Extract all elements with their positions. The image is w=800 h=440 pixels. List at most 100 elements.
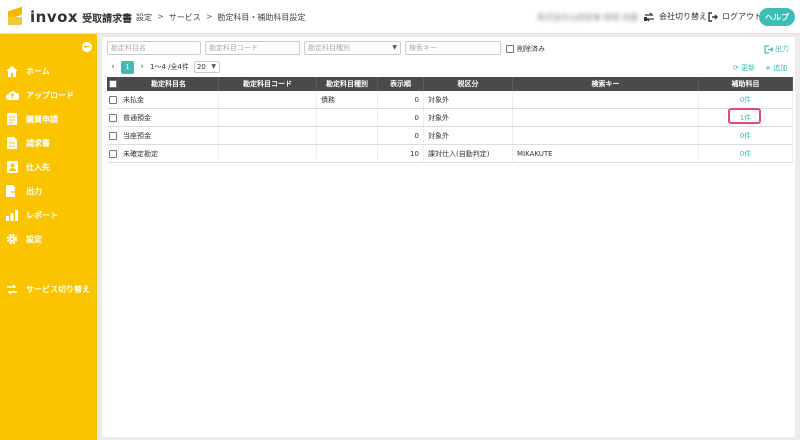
cell-sub-accounts: 0件 [699,127,793,144]
breadcrumb-separator: > [157,12,164,21]
checkbox-icon [108,149,117,158]
sidebar-item-label: ホーム [26,66,50,76]
checkbox-icon [108,113,117,122]
column-header[interactable]: 勘定科目コード [219,77,317,91]
company-switch-icon [644,12,654,21]
refresh-label: 更新 [741,64,756,72]
breadcrumb-settings[interactable]: 設定 [136,12,152,23]
cell-tax: 対象外 [424,127,513,144]
cell-order: 0 [378,91,424,108]
cell-code [219,91,317,108]
gear-icon [5,232,19,246]
add-button[interactable]: + 追加 [765,63,787,73]
cell-code [219,145,317,162]
cell-tax: 対象外 [424,109,513,126]
prev-page-button[interactable]: ‹ [108,62,118,72]
select-all-checkbox[interactable] [107,77,119,91]
column-header[interactable]: 表示順 [378,77,424,91]
account-code-filter-input[interactable]: 勘定科目コード [205,41,300,55]
export-icon [5,184,19,198]
row-checkbox[interactable] [107,145,119,162]
brand-logo[interactable]: invox 受取請求書 [6,6,132,27]
sidebar-item-upload[interactable]: アップロード [0,85,97,105]
sidebar-item-report[interactable]: レポート [0,205,97,225]
sub-account-count-link[interactable]: 1件 [727,107,761,124]
search-key-filter-input[interactable]: 検索キー [405,41,501,55]
account-type-filter-select[interactable]: 勘定科目種別 ▼ [304,41,401,55]
service-switch-icon [5,282,19,296]
logout-label: ログアウト [722,12,762,21]
export-button[interactable]: 出力 [764,44,789,54]
cell-type [317,127,378,144]
company-switch-button[interactable]: 会社切り替え [644,11,707,22]
refresh-icon: ⟳ [733,64,739,72]
sidebar-item-label: 購買申請 [26,114,58,124]
checkbox-icon [108,80,117,88]
cell-key [513,109,699,126]
sidebar-collapse-button[interactable]: ← [82,42,92,52]
app-header: invox 受取請求書 設定 > サービス > 勘定科目・補助科目設定 株式会社… [0,0,800,34]
sidebar-item-label: アップロード [26,90,74,100]
sidebar-item-label: 出力 [26,186,42,196]
cell-order: 0 [378,127,424,144]
pagination: ‹ 1 › 1〜4 /全4件 20 ▼ [108,60,220,74]
sidebar-item-supplier[interactable]: 仕入先 [0,157,97,177]
sub-account-count-link[interactable]: 0件 [740,131,751,141]
column-header[interactable]: 勘定科目名 [119,77,219,91]
table-row[interactable]: 未払金 債務 0 対象外 0件 [107,91,793,109]
cell-key: MIKAKUTE [513,145,699,162]
deleted-filter-label: 削除済み [517,45,545,53]
sidebar-item-label: サービス切り替え [26,284,90,294]
upload-cloud-icon [5,88,19,102]
logout-button[interactable]: ログアウト [708,11,762,22]
deleted-filter-checkbox[interactable]: 削除済み [506,44,545,54]
sidebar-item-purchase-request[interactable]: 購買申請 [0,109,97,129]
purchase-request-icon [5,112,19,126]
cell-name: 未確定勘定 [119,145,219,162]
table-row[interactable]: 普通預金 0 対象外 1件 [107,107,793,127]
company-switch-label: 会社切り替え [659,12,707,21]
cell-order: 0 [378,109,424,126]
row-checkbox[interactable] [107,109,119,126]
page-range-text: 1〜4 /全4件 [150,63,189,71]
sidebar-item-service-switch[interactable]: サービス切り替え [0,279,97,299]
cell-name: 当座預金 [119,127,219,144]
cell-name: 未払金 [119,91,219,108]
table-row[interactable]: 未確定勘定 10 課対仕入(自動判定) MIKAKUTE 0件 [107,145,793,163]
sub-account-count-link[interactable]: 0件 [740,149,751,159]
row-checkbox[interactable] [107,91,119,108]
cell-type [317,109,378,126]
next-page-button[interactable]: › [137,62,147,72]
sidebar-item-label: 仕入先 [26,162,50,172]
refresh-button[interactable]: ⟳ 更新 [733,63,755,73]
export-label: 出力 [775,45,789,53]
sidebar-item-export[interactable]: 出力 [0,181,97,201]
sidebar-item-label: 請求書 [26,138,50,148]
row-checkbox[interactable] [107,127,119,144]
column-header[interactable]: 税区分 [424,77,513,91]
column-header[interactable]: 検索キー [513,77,699,91]
page-number-button[interactable]: 1 [121,60,134,74]
chevron-down-icon: ▼ [211,63,216,70]
cell-order: 10 [378,145,424,162]
invoice-document-icon [5,136,19,150]
cell-key [513,127,699,144]
cell-type: 債務 [317,91,378,108]
cell-sub-accounts: 1件 [699,107,793,126]
sidebar-item-invoice[interactable]: 請求書 [0,133,97,153]
column-header[interactable]: 勘定科目種別 [317,77,378,91]
sidebar-item-label: 設定 [26,234,42,244]
logo-box-icon [6,6,24,26]
breadcrumb-service[interactable]: サービス [169,12,201,23]
account-name-filter-input[interactable]: 勘定科目名 [107,41,201,55]
help-button[interactable]: ヘルプ [759,8,795,26]
cell-tax: 対象外 [424,91,513,108]
cell-sub-accounts: 0件 [699,145,793,162]
per-page-select[interactable]: 20 ▼ [193,61,220,73]
sidebar-item-label: レポート [26,210,58,220]
sidebar-item-home[interactable]: ホーム [0,61,97,81]
sub-account-count-link[interactable]: 0件 [740,95,751,105]
column-header[interactable]: 補助科目 [699,77,793,91]
sidebar-item-settings[interactable]: 設定 [0,229,97,249]
table-row[interactable]: 当座預金 0 対象外 0件 [107,127,793,145]
